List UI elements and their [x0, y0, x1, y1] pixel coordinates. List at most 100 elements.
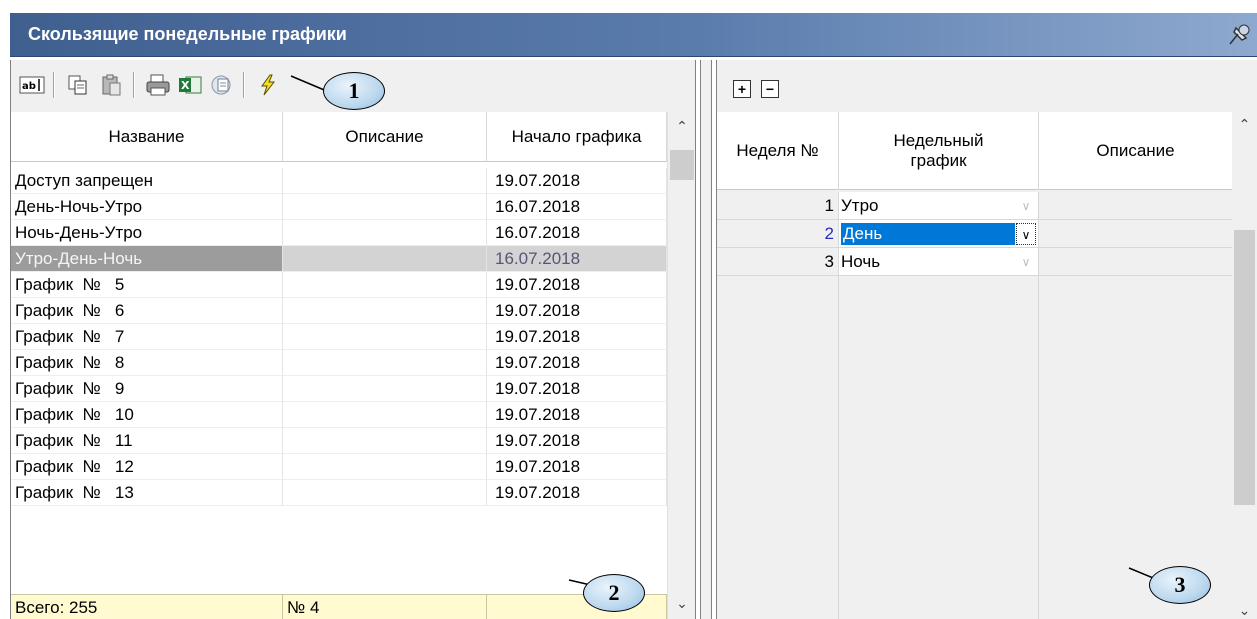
cell-start: 19.07.2018 — [487, 168, 667, 194]
cell-start: 19.07.2018 — [487, 376, 667, 402]
footer-total: Всего: 255 — [11, 595, 283, 619]
grid-line — [1038, 276, 1039, 619]
cell-description — [283, 480, 487, 506]
chevron-down-icon[interactable]: ∨ — [1016, 251, 1036, 273]
cell-description — [283, 272, 487, 298]
chevron-down-icon[interactable]: ∨ — [1016, 195, 1036, 217]
table-row[interactable]: График № 9 19.07.2018 — [11, 376, 667, 402]
add-row-icon[interactable]: + — [733, 80, 751, 98]
table-row[interactable]: День-Ночь-Утро 16.07.2018 — [11, 194, 667, 220]
cell-name: Доступ запрещен — [11, 168, 283, 194]
column-header-name[interactable]: Название — [11, 112, 283, 162]
window-title: Скользящие понедельные графики — [28, 24, 347, 44]
week-row-active[interactable]: 2 День ∨ — [717, 220, 1233, 248]
cell-start: 16.07.2018 — [487, 246, 667, 272]
scroll-up-icon[interactable]: ⌃ — [668, 118, 696, 142]
cell-name: График № 5 — [11, 272, 283, 298]
schedule-value-selected[interactable]: День — [841, 223, 1015, 245]
table-row[interactable]: График № 5 19.07.2018 — [11, 272, 667, 298]
scroll-up-icon[interactable]: ⌃ — [1232, 116, 1257, 133]
toolbar-separator — [53, 72, 55, 98]
column-header-description[interactable]: Описание — [283, 112, 487, 162]
cell-start: 19.07.2018 — [487, 454, 667, 480]
svg-text:X: X — [181, 79, 190, 92]
cell-start: 16.07.2018 — [487, 194, 667, 220]
cell-description — [283, 428, 487, 454]
column-header-description[interactable]: Описание — [1039, 112, 1233, 190]
cell-weekly-schedule[interactable]: Ночь ∨ — [839, 248, 1039, 276]
cell-name: Утро-День-Ночь — [11, 246, 283, 272]
weeks-grid: Неделя № Недельный график Описание 1 Утр… — [717, 112, 1233, 619]
table-row[interactable]: Ночь-День-Утро 16.07.2018 — [11, 220, 667, 246]
cell-description — [283, 168, 487, 194]
cell-week-number: 1 — [717, 192, 839, 220]
cell-start: 16.07.2018 — [487, 220, 667, 246]
cell-description — [283, 246, 487, 272]
cell-name: График № 8 — [11, 350, 283, 376]
week-row[interactable]: 3 Ночь ∨ — [717, 248, 1233, 276]
cell-description — [283, 324, 487, 350]
panel-splitter[interactable] — [700, 60, 712, 619]
cell-description — [283, 350, 487, 376]
schedules-scrollbar[interactable]: ⌃ ⌄ — [667, 112, 695, 619]
schedules-panel: ab X 1 Название Описание Начало графика … — [10, 60, 696, 619]
cell-description — [1039, 248, 1233, 276]
cell-name: График № 7 — [11, 324, 283, 350]
table-row[interactable]: График № 13 19.07.2018 — [11, 480, 667, 506]
table-row[interactable]: График № 8 19.07.2018 — [11, 350, 667, 376]
print-icon[interactable] — [143, 70, 173, 100]
cell-description — [283, 402, 487, 428]
cell-weekly-schedule-combo[interactable]: День ∨ — [839, 220, 1039, 248]
cell-description — [283, 376, 487, 402]
schedules-toolbar: ab X 1 — [11, 60, 695, 112]
scrollbar-thumb[interactable] — [670, 150, 694, 180]
cell-description — [283, 298, 487, 324]
cell-name: График № 6 — [11, 298, 283, 324]
scroll-down-icon[interactable]: ⌄ — [668, 595, 696, 619]
remove-row-icon[interactable]: − — [761, 80, 779, 98]
chevron-down-icon[interactable]: ∨ — [1016, 223, 1036, 245]
table-row-selected[interactable]: Утро-День-Ночь 16.07.2018 — [11, 246, 667, 272]
table-row[interactable]: График № 10 19.07.2018 — [11, 402, 667, 428]
callout-badge-3: 3 — [1149, 566, 1211, 604]
window-titlebar: Скользящие понедельные графики — [0, 0, 1257, 60]
week-row[interactable]: 1 Утро ∨ — [717, 192, 1233, 220]
cell-description — [1039, 192, 1233, 220]
weeks-grid-header: Неделя № Недельный график Описание — [717, 112, 1233, 190]
grid-line — [838, 276, 839, 619]
table-row[interactable]: График № 6 19.07.2018 — [11, 298, 667, 324]
scrollbar-thumb[interactable] — [1234, 230, 1255, 505]
table-row[interactable]: График № 11 19.07.2018 — [11, 428, 667, 454]
table-row[interactable]: Доступ запрещен 19.07.2018 — [11, 168, 667, 194]
scroll-down-icon[interactable]: ⌄ — [1232, 602, 1257, 619]
export-icon[interactable] — [207, 70, 237, 100]
footer-current: № 4 — [283, 595, 487, 619]
table-row[interactable]: График № 12 19.07.2018 — [11, 454, 667, 480]
cell-start: 19.07.2018 — [487, 298, 667, 324]
excel-export-icon[interactable]: X — [175, 70, 205, 100]
cell-weekly-schedule[interactable]: Утро ∨ — [839, 192, 1039, 220]
weeks-scrollbar[interactable]: ⌃ ⌄ — [1232, 112, 1257, 619]
table-row[interactable]: График № 7 19.07.2018 — [11, 324, 667, 350]
column-header-week[interactable]: Неделя № — [717, 112, 839, 190]
toolbar-separator — [243, 72, 245, 98]
cell-description — [1039, 220, 1233, 248]
rename-icon[interactable]: ab — [17, 70, 47, 100]
cell-name: Ночь-День-Утро — [11, 220, 283, 246]
cell-name: График № 9 — [11, 376, 283, 402]
cell-name: График № 10 — [11, 402, 283, 428]
column-header-start[interactable]: Начало графика — [487, 112, 667, 162]
cell-name: День-Ночь-Утро — [11, 194, 283, 220]
paste-icon[interactable] — [97, 70, 127, 100]
copy-icon[interactable] — [63, 70, 93, 100]
cell-start: 19.07.2018 — [487, 324, 667, 350]
callout-badge-2: 2 — [583, 574, 645, 612]
weeks-panel: + − Неделя № Недельный график Описание 1… — [716, 60, 1257, 619]
column-header-weekly-schedule[interactable]: Недельный график — [839, 112, 1039, 190]
schedules-footer: Всего: 255 № 4 — [11, 594, 667, 619]
pin-icon[interactable] — [1224, 20, 1254, 50]
cell-week-number: 2 — [717, 220, 839, 248]
schedules-grid-header: Название Описание Начало графика — [11, 112, 667, 162]
apply-lightning-icon[interactable] — [253, 70, 283, 100]
cell-start: 19.07.2018 — [487, 480, 667, 506]
